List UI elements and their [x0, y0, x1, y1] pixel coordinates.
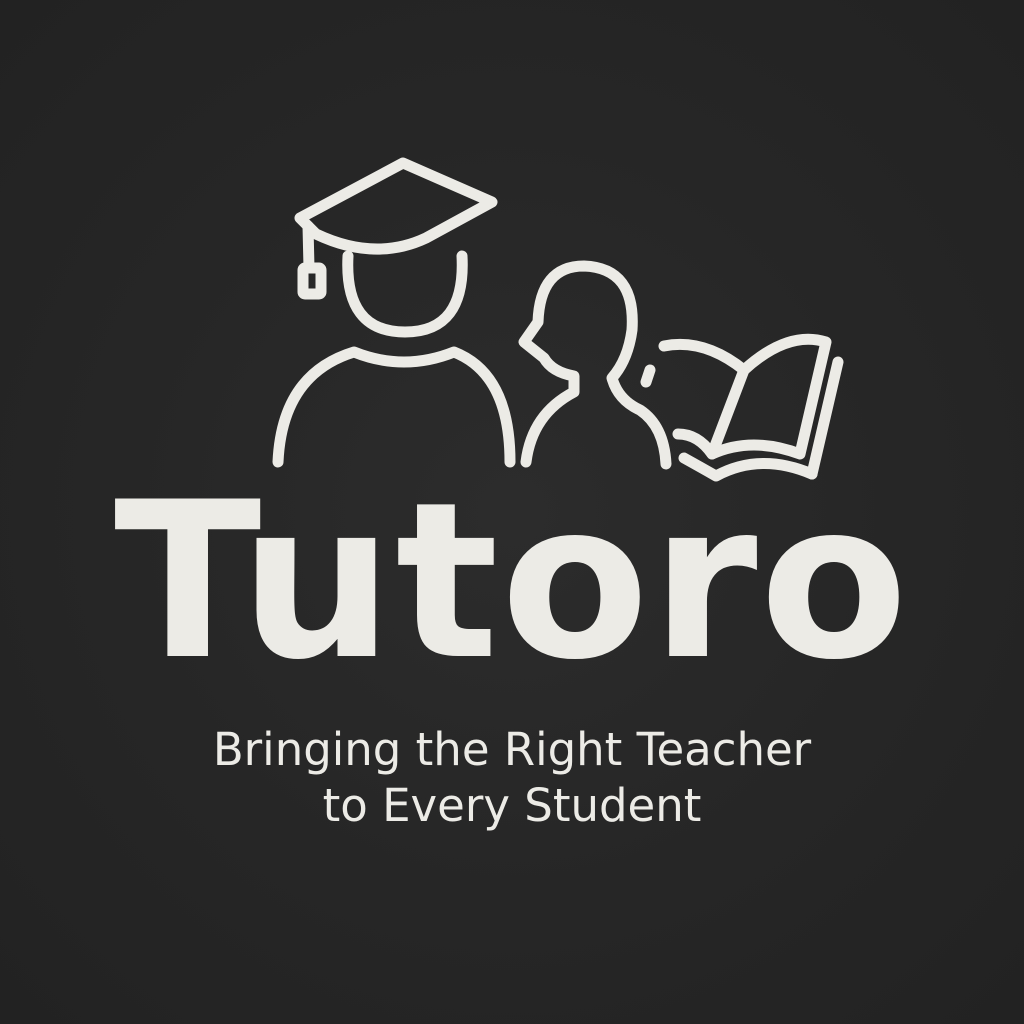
- teacher-icon: [272, 250, 516, 468]
- logo-canvas: Tutoro Bringing the Right Teacher to Eve…: [0, 0, 1024, 1024]
- brand-name: Tutoro: [114, 456, 910, 707]
- logo-emblem: [0, 0, 1024, 500]
- tagline: Bringing the Right Teacher to Every Stud…: [0, 722, 1024, 834]
- tagline-line-2: to Every Student: [322, 779, 702, 832]
- tagline-line-1: Bringing the Right Teacher: [212, 723, 812, 776]
- student-icon: [518, 260, 672, 470]
